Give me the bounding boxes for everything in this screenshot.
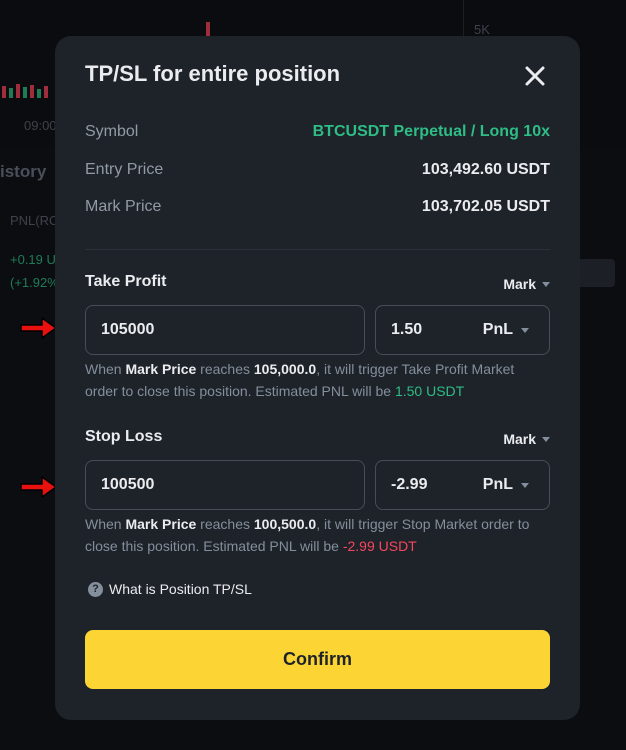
- stop-loss-pnl-unit-select[interactable]: PnL: [483, 476, 529, 494]
- take-profit-pnl-unit-label: PnL: [482, 321, 513, 338]
- arrow-right-icon: [20, 476, 57, 498]
- stop-loss-title: Stop Loss: [85, 428, 163, 445]
- take-profit-title: Take Profit: [85, 273, 167, 290]
- stop-loss-trigger-select[interactable]: Mark: [503, 431, 550, 447]
- take-profit-pnl-unit-select[interactable]: PnL: [483, 321, 529, 339]
- stop-loss-price-input[interactable]: [85, 460, 365, 510]
- symbol-value: BTCUSDT Perpetual / Long 10x: [312, 123, 550, 140]
- chevron-down-icon: [521, 327, 529, 333]
- take-profit-trigger-select[interactable]: Mark: [503, 276, 550, 292]
- take-profit-price-input[interactable]: [85, 305, 365, 355]
- mark-price-value: 103,702.05 USDT: [421, 198, 550, 215]
- symbol-row: Symbol BTCUSDT Perpetual / Long 10x: [85, 123, 550, 145]
- help-link-label: What is Position TP/SL: [109, 581, 252, 597]
- take-profit-pnl-box: PnL: [375, 305, 550, 355]
- question-circle-icon: ?: [88, 581, 103, 597]
- mark-price-row: Mark Price 103,702.05 USDT: [85, 198, 550, 220]
- stop-loss-hint: When Mark Price reaches 100,500.0, it wi…: [85, 516, 530, 554]
- stop-loss-trigger-label: Mark: [503, 431, 536, 447]
- stop-loss-pnl-input[interactable]: [376, 461, 471, 509]
- help-link[interactable]: ? What is Position TP/SL: [88, 581, 252, 597]
- chevron-down-icon: [542, 281, 550, 287]
- tpsl-modal: TP/SL for entire position Symbol BTCUSDT…: [55, 36, 580, 720]
- close-icon[interactable]: [523, 64, 547, 88]
- chevron-down-icon: [521, 482, 529, 488]
- entry-price-row: Entry Price 103,492.60 USDT: [85, 161, 550, 183]
- entry-price-value: 103,492.60 USDT: [421, 161, 550, 178]
- stop-loss-pnl-box: PnL: [375, 460, 550, 510]
- modal-title: TP/SL for entire position: [85, 61, 341, 86]
- divider: [85, 249, 550, 250]
- arrow-right-icon: [20, 317, 57, 339]
- mark-price-label: Mark Price: [85, 198, 162, 215]
- take-profit-pnl-input[interactable]: [376, 306, 471, 354]
- chevron-down-icon: [542, 436, 550, 442]
- entry-price-label: Entry Price: [85, 161, 164, 178]
- take-profit-trigger-label: Mark: [503, 276, 536, 292]
- symbol-label: Symbol: [85, 123, 139, 140]
- confirm-button[interactable]: Confirm: [85, 630, 550, 689]
- take-profit-hint: When Mark Price reaches 105,000.0, it wi…: [85, 361, 515, 399]
- stop-loss-pnl-unit-label: PnL: [482, 476, 513, 493]
